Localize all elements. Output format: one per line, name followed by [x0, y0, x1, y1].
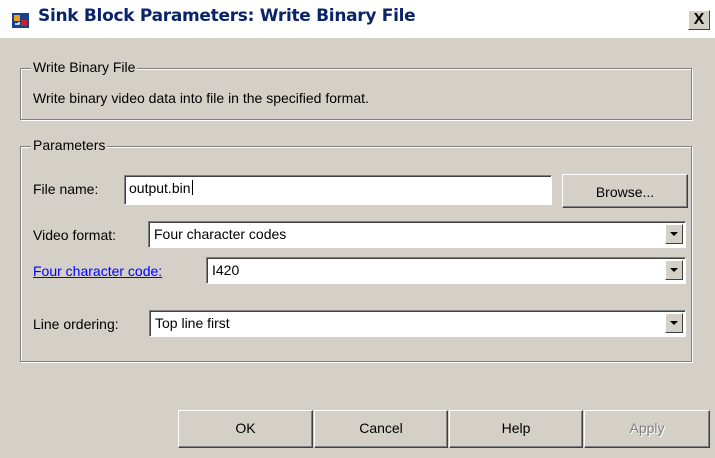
apply-button[interactable]: Apply — [584, 410, 710, 448]
file-name-value: output.bin — [129, 180, 191, 196]
line-ordering-value: Top line first — [155, 315, 230, 331]
chevron-down-icon[interactable] — [665, 313, 683, 333]
description-group-legend: Write Binary File — [31, 59, 138, 75]
simulink-block-icon — [11, 11, 30, 30]
browse-button[interactable]: Browse... — [562, 174, 688, 208]
video-format-value: Four character codes — [154, 226, 287, 242]
window-title: Sink Block Parameters: Write Binary File — [38, 6, 416, 26]
title-bar: Sink Block Parameters: Write Binary File… — [0, 0, 715, 38]
chevron-down-icon[interactable] — [665, 260, 683, 280]
parameters-group-legend: Parameters — [31, 137, 108, 153]
video-format-select[interactable]: Four character codes — [148, 221, 686, 248]
line-ordering-label: Line ordering: — [33, 316, 119, 332]
line-ordering-select[interactable]: Top line first — [149, 310, 686, 337]
four-character-code-value: I420 — [212, 262, 240, 278]
description-text: Write binary video data into file in the… — [33, 90, 369, 106]
file-name-label: File name: — [33, 181, 99, 197]
video-format-label: Video format: — [33, 227, 117, 243]
four-character-code-select[interactable]: I420 — [206, 257, 686, 284]
file-name-input[interactable]: output.bin — [124, 175, 552, 205]
help-button[interactable]: Help — [449, 410, 583, 448]
cancel-button[interactable]: Cancel — [314, 410, 448, 448]
text-caret — [191, 180, 193, 195]
chevron-down-icon[interactable] — [665, 224, 683, 244]
four-character-code-link[interactable]: Four character code: — [33, 263, 162, 279]
close-button[interactable]: X — [688, 10, 710, 30]
ok-button[interactable]: OK — [178, 410, 313, 448]
